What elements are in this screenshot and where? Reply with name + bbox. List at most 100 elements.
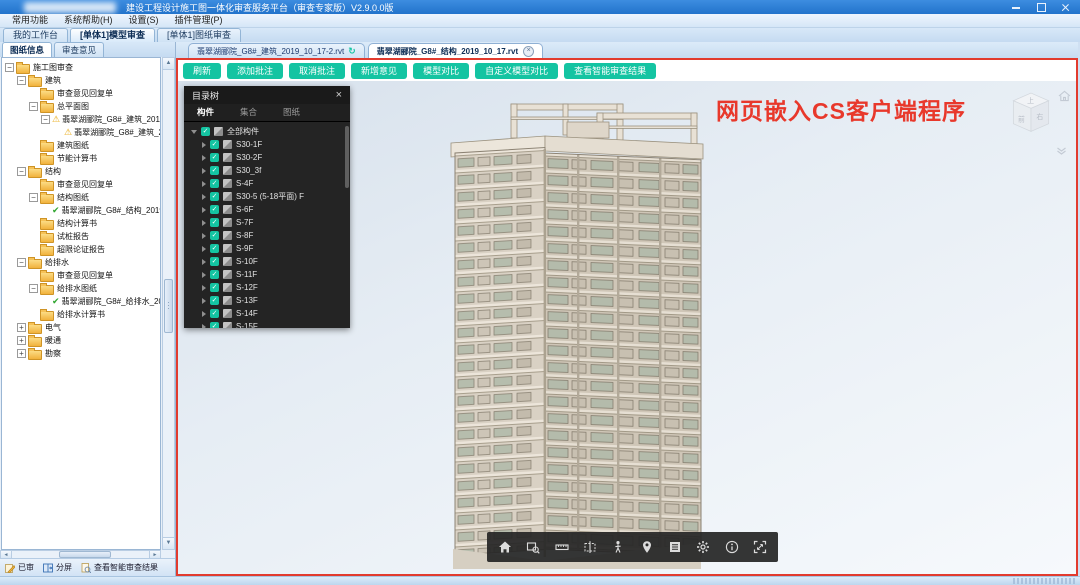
- collapse-icon[interactable]: −: [29, 284, 38, 293]
- tree-item[interactable]: −给排水: [2, 256, 160, 269]
- expand-triangle-icon[interactable]: [202, 272, 206, 278]
- expand-icon[interactable]: +: [17, 323, 26, 332]
- tree-item[interactable]: ✔翡翠湖郦院_G8#_结构_2019_10_17.r: [2, 204, 160, 217]
- catalog-item[interactable]: S30-5 (5-18平面) F: [184, 190, 350, 203]
- expand-triangle-icon[interactable]: [202, 168, 206, 174]
- catalog-item[interactable]: S-10F: [184, 255, 350, 268]
- expand-triangle-icon[interactable]: [202, 155, 206, 161]
- catalog-item[interactable]: S-12F: [184, 281, 350, 294]
- visibility-checkbox[interactable]: [210, 179, 219, 188]
- add-annotation-button[interactable]: 添加批注: [227, 63, 283, 79]
- visibility-checkbox[interactable]: [210, 153, 219, 162]
- menu-plugin-manage[interactable]: 插件管理(P): [167, 14, 231, 27]
- tab-sets[interactable]: 集合: [227, 104, 270, 121]
- model-viewport[interactable]: 目录树 × 构件 集合 图纸 全部构件: [178, 81, 1076, 574]
- expand-icon[interactable]: +: [17, 336, 26, 345]
- doc-tab-structure[interactable]: 翡翠湖郦院_G8#_结构_2019_10_17.rvt ×: [368, 43, 543, 58]
- settings-gear-icon[interactable]: [695, 540, 712, 555]
- tab-components[interactable]: 构件: [184, 104, 227, 121]
- zoom-window-icon[interactable]: [525, 540, 542, 555]
- home-view-icon[interactable]: [1058, 90, 1071, 102]
- tree-item[interactable]: +暖通: [2, 334, 160, 347]
- tree-item[interactable]: 给排水计算书: [2, 308, 160, 321]
- catalog-item[interactable]: S30_3f: [184, 164, 350, 177]
- location-pin-icon[interactable]: [638, 540, 655, 555]
- tree-item[interactable]: −建筑: [2, 74, 160, 87]
- scrollbar-thumb[interactable]: [59, 551, 111, 558]
- catalog-item[interactable]: S-6F: [184, 203, 350, 216]
- expand-triangle-icon[interactable]: [202, 246, 206, 252]
- view-smart-review-button[interactable]: 查看智能审查结果: [564, 63, 656, 79]
- refresh-button[interactable]: 刷新: [183, 63, 221, 79]
- properties-list-icon[interactable]: [666, 540, 683, 555]
- catalog-item[interactable]: S-14F: [184, 307, 350, 320]
- building-model[interactable]: [446, 91, 708, 569]
- tree-item[interactable]: −结构: [2, 165, 160, 178]
- visibility-checkbox[interactable]: [210, 192, 219, 201]
- expand-triangle-icon[interactable]: [202, 181, 206, 187]
- menu-settings[interactable]: 设置(S): [121, 14, 167, 27]
- catalog-item-root[interactable]: 全部构件: [184, 125, 350, 138]
- new-comment-button[interactable]: 新增意见: [351, 63, 407, 79]
- menu-system-help[interactable]: 系统帮助(H): [56, 14, 121, 27]
- close-button[interactable]: [1060, 1, 1072, 13]
- collapse-icon[interactable]: −: [17, 76, 26, 85]
- expand-triangle-icon[interactable]: [202, 207, 206, 213]
- expand-triangle-icon[interactable]: [191, 130, 197, 134]
- tree-item[interactable]: 建筑图纸: [2, 139, 160, 152]
- collapse-icon[interactable]: −: [17, 167, 26, 176]
- tree-item[interactable]: 节能计算书: [2, 152, 160, 165]
- model-compare-button[interactable]: 模型对比: [413, 63, 469, 79]
- doc-tab-architecture[interactable]: 翡翠湖郦院_G8#_建筑_2019_10_17-2.rvt ↻: [188, 43, 365, 58]
- section-box-icon[interactable]: [582, 540, 599, 555]
- tree-item[interactable]: 试桩报告: [2, 230, 160, 243]
- scrollbar-thumb[interactable]: [164, 279, 173, 333]
- expand-triangle-icon[interactable]: [202, 194, 206, 200]
- tab-drawing-review[interactable]: [单体1]图纸审查: [157, 28, 241, 42]
- scroll-down-icon[interactable]: ▼: [163, 537, 174, 549]
- fullscreen-icon[interactable]: [751, 540, 768, 555]
- tree-item[interactable]: ⚠翡翠湖郦院_G8#_建筑_2019_10_1: [2, 126, 160, 139]
- catalog-item[interactable]: S30-2F: [184, 151, 350, 164]
- close-tab-icon[interactable]: ×: [523, 46, 534, 57]
- expand-triangle-icon[interactable]: [202, 311, 206, 317]
- cancel-annotation-button[interactable]: 取消批注: [289, 63, 345, 79]
- visibility-checkbox[interactable]: [210, 322, 219, 328]
- visibility-checkbox[interactable]: [210, 205, 219, 214]
- catalog-item[interactable]: S-15F: [184, 320, 350, 328]
- expand-triangle-icon[interactable]: [202, 220, 206, 226]
- tab-review-comments[interactable]: 审查意见: [54, 42, 104, 57]
- sidebar-vertical-scrollbar[interactable]: ▲ ▼: [162, 57, 175, 550]
- tree-item[interactable]: 审查意见回复单: [2, 87, 160, 100]
- tree-item[interactable]: 超限论证报告: [2, 243, 160, 256]
- visibility-checkbox[interactable]: [201, 127, 210, 136]
- walkthrough-icon[interactable]: [610, 540, 627, 555]
- expand-triangle-icon[interactable]: [202, 233, 206, 239]
- scroll-left-icon[interactable]: ◄: [1, 551, 12, 558]
- expand-triangle-icon[interactable]: [202, 259, 206, 265]
- catalog-item[interactable]: S-9F: [184, 242, 350, 255]
- collapse-icon[interactable]: −: [29, 102, 38, 111]
- reviewed-button[interactable]: 已审: [5, 562, 34, 573]
- catalog-item[interactable]: S-11F: [184, 268, 350, 281]
- menu-common-functions[interactable]: 常用功能: [4, 14, 56, 27]
- tree-item[interactable]: −给排水图纸: [2, 282, 160, 295]
- tab-drawing-info[interactable]: 图纸信息: [2, 42, 52, 57]
- visibility-checkbox[interactable]: [210, 218, 219, 227]
- custom-model-compare-button[interactable]: 自定义模型对比: [475, 63, 558, 79]
- visibility-checkbox[interactable]: [210, 244, 219, 253]
- collapse-icon[interactable]: −: [29, 193, 38, 202]
- tree-item[interactable]: 审查意见回复单: [2, 178, 160, 191]
- tree-item[interactable]: −总平面图: [2, 100, 160, 113]
- tree-item[interactable]: −施工图审查: [2, 61, 160, 74]
- refresh-icon[interactable]: ↻: [348, 46, 356, 57]
- visibility-checkbox[interactable]: [210, 166, 219, 175]
- visibility-checkbox[interactable]: [210, 140, 219, 149]
- catalog-scrollbar[interactable]: [345, 126, 349, 188]
- tree-item[interactable]: ✔翡翠湖郦院_G8#_给排水_2019_10_17: [2, 295, 160, 308]
- navigation-cube[interactable]: 上 前 右: [1008, 87, 1054, 139]
- scroll-right-icon[interactable]: ►: [149, 551, 160, 558]
- tree-item[interactable]: +勘察: [2, 347, 160, 360]
- visibility-checkbox[interactable]: [210, 231, 219, 240]
- visibility-checkbox[interactable]: [210, 309, 219, 318]
